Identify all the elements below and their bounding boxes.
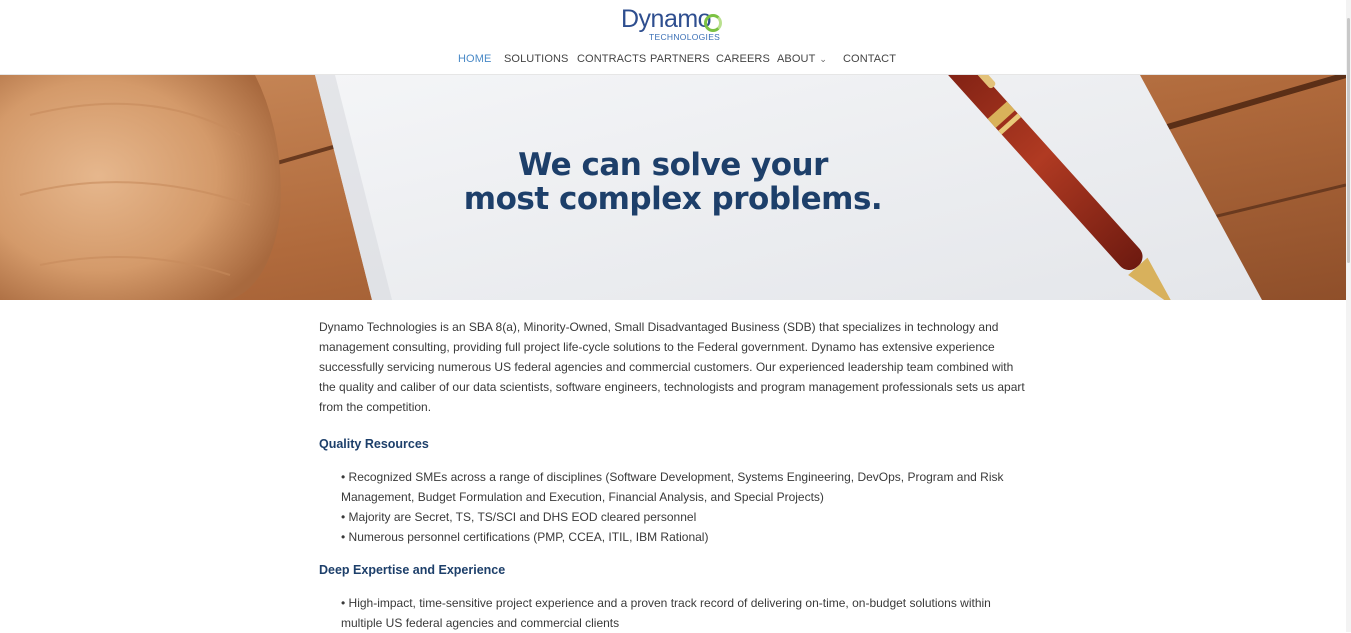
nav-contact[interactable]: CONTACT [843,53,896,65]
section-heading-quality-resources: Quality Resources [319,437,429,451]
list-item: • Recognized SMEs across a range of disc… [341,470,1004,504]
logo-subtitle: TECHNOLOGIES [649,32,721,42]
quality-resources-list: • Recognized SMEs across a range of disc… [341,467,1029,547]
list-item: • Numerous personnel certifications (PMP… [341,530,709,544]
main-content: Dynamo Technologies is an SBA 8(a), Mino… [319,317,1029,630]
main-nav: HOME SOLUTIONS CONTRACTS PARTNERS CAREER… [0,53,1346,67]
list-item: • High-impact, time-sensitive project ex… [341,596,991,630]
section-heading-deep-expertise: Deep Expertise and Experience [319,563,506,577]
scrollbar-thumb[interactable] [1347,18,1350,263]
list-item: • Majority are Secret, TS, TS/SCI and DH… [341,510,697,524]
nav-partners[interactable]: PARTNERS [650,53,710,65]
logo-wordmark: Dynamo [621,5,712,33]
intro-paragraph: Dynamo Technologies is an SBA 8(a), Mino… [319,320,1025,414]
nav-about-label: ABOUT [777,53,816,65]
page-scrollbar[interactable] [1346,0,1351,632]
nav-solutions[interactable]: SOLUTIONS [504,53,568,65]
deep-expertise-list: • High-impact, time-sensitive project ex… [341,593,1029,633]
site-header: Dynamo TECHNOLOGIES HOME SOLUTIONS CONTR… [0,0,1346,75]
nav-about[interactable]: ABOUT ⌄ [777,53,827,65]
dynamo-logo[interactable]: Dynamo TECHNOLOGIES [621,4,731,42]
nav-careers[interactable]: CAREERS [716,53,770,65]
hero-headline-line2: most complex problems. [463,181,883,217]
nav-contracts[interactable]: CONTRACTS [577,53,646,65]
logo-ring-icon [704,14,722,32]
hero-headline: We can solve your most complex problems. [0,148,1346,216]
chevron-down-icon: ⌄ [819,54,828,64]
hero-headline-line1: We can solve your [518,147,828,183]
nav-home[interactable]: HOME [458,53,491,65]
hero-banner: We can solve your most complex problems. [0,75,1346,300]
